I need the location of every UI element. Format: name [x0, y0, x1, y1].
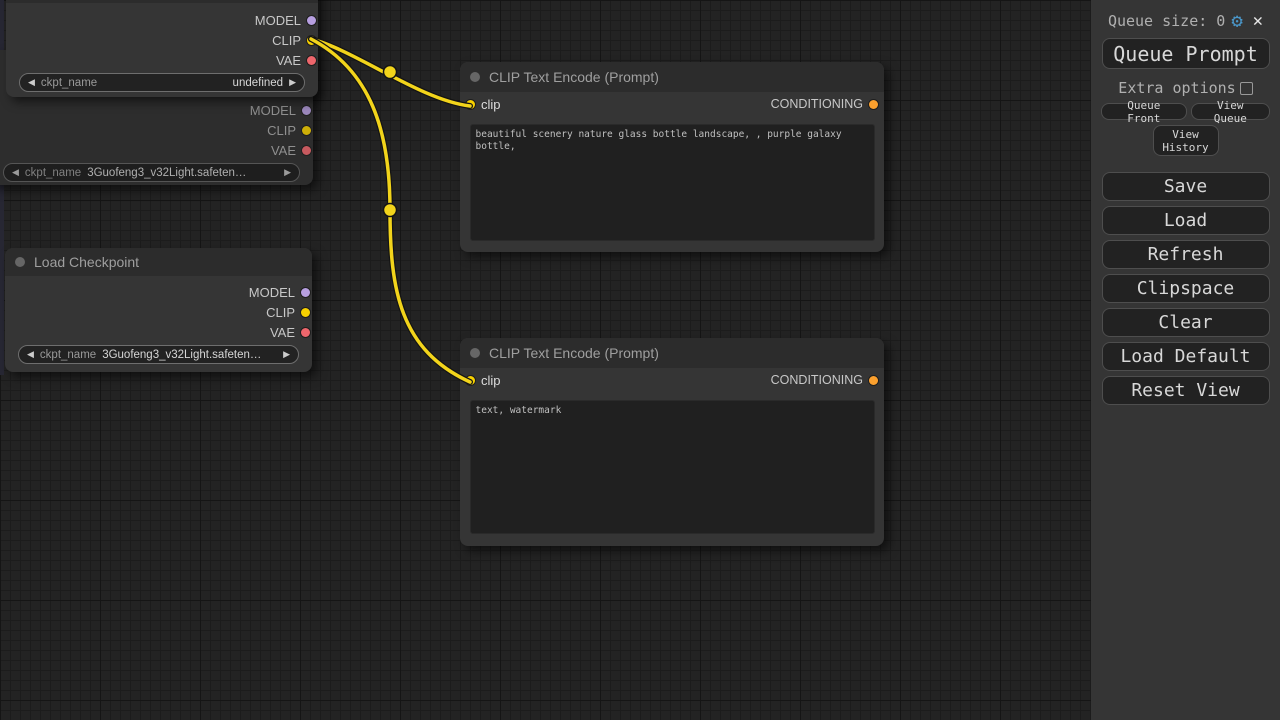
node-title: CLIP Text Encode (Prompt): [489, 345, 659, 361]
prompt-textarea[interactable]: text, watermark: [470, 400, 875, 534]
output-slot-model[interactable]: MODEL: [6, 10, 318, 30]
load-checkpoint-node-1[interactable]: MODEL CLIP VAE ◀ ckpt_name undefined ▶: [6, 0, 318, 97]
comfy-menu: Queue size: 0 ⚙ ✕ Queue Prompt Extra opt…: [1091, 0, 1280, 720]
refresh-button[interactable]: Refresh: [1102, 240, 1270, 269]
input-slot-clip[interactable]: clip: [466, 373, 501, 388]
slot-label: VAE: [270, 325, 295, 340]
output-slot-clip[interactable]: CLIP: [0, 120, 313, 140]
widget-name: ckpt_name: [40, 349, 96, 361]
collapse-dot[interactable]: [15, 257, 25, 267]
close-icon[interactable]: ✕: [1253, 13, 1263, 30]
output-slot-conditioning[interactable]: CONDITIONING: [771, 373, 878, 387]
load-button[interactable]: Load: [1102, 206, 1270, 235]
widget-value: 3Guofeng3_v32Light.safeten…: [102, 349, 277, 361]
extra-options-checkbox[interactable]: [1240, 82, 1253, 95]
slot-label: CLIP: [267, 123, 296, 138]
clip-text-encode-node-positive[interactable]: CLIP Text Encode (Prompt) clip CONDITION…: [460, 62, 884, 252]
view-queue-button[interactable]: View Queue: [1191, 103, 1270, 120]
save-button[interactable]: Save: [1102, 172, 1270, 201]
decrement-arrow-icon[interactable]: ◀: [12, 167, 19, 178]
comfyui-app: MODEL CLIP VAE ◀ ckpt_name 3Guofeng3_v32…: [0, 0, 1280, 720]
model-output-dot[interactable]: [307, 16, 316, 25]
queue-front-button[interactable]: Queue Front: [1101, 103, 1187, 120]
widget-name: ckpt_name: [41, 77, 97, 89]
slot-label: CONDITIONING: [771, 97, 863, 111]
ckpt-name-widget[interactable]: ◀ ckpt_name undefined ▶: [19, 73, 305, 92]
node-titlebar[interactable]: CLIP Text Encode (Prompt): [460, 338, 884, 368]
decrement-arrow-icon[interactable]: ◀: [28, 77, 35, 88]
increment-arrow-icon[interactable]: ▶: [283, 349, 290, 360]
clip-wire-to-negative: [311, 39, 470, 382]
clip-output-dot[interactable]: [301, 308, 310, 317]
node-graph-canvas[interactable]: MODEL CLIP VAE ◀ ckpt_name 3Guofeng3_v32…: [0, 0, 1091, 720]
output-slot-vae[interactable]: VAE: [6, 50, 318, 70]
settings-gear-icon[interactable]: ⚙: [1231, 12, 1242, 31]
node-titlebar[interactable]: Load Checkpoint: [5, 248, 312, 276]
queue-size-label: Queue size: 0: [1108, 12, 1225, 30]
node-title: CLIP Text Encode (Prompt): [489, 69, 659, 85]
slot-label: MODEL: [255, 13, 301, 28]
load-default-button[interactable]: Load Default: [1102, 342, 1270, 371]
decrement-arrow-icon[interactable]: ◀: [27, 349, 34, 360]
slot-label: MODEL: [250, 103, 296, 118]
input-slot-clip[interactable]: clip: [466, 97, 501, 112]
slot-label: CONDITIONING: [771, 373, 863, 387]
view-history-button[interactable]: View History: [1153, 125, 1219, 156]
output-slot-vae[interactable]: VAE: [5, 322, 312, 342]
collapse-dot[interactable]: [470, 348, 480, 358]
conditioning-output-dot[interactable]: [869, 376, 878, 385]
clear-button[interactable]: Clear: [1102, 308, 1270, 337]
slot-label: VAE: [276, 53, 301, 68]
vae-output-dot[interactable]: [302, 146, 311, 155]
prompt-textarea[interactable]: beautiful scenery nature glass bottle la…: [470, 124, 875, 241]
link-midpoint-dot[interactable]: [384, 66, 397, 79]
clip-input-dot[interactable]: [466, 100, 475, 109]
model-output-dot[interactable]: [302, 106, 311, 115]
node-title: Load Checkpoint: [34, 254, 139, 270]
vae-output-dot[interactable]: [301, 328, 310, 337]
slot-label: clip: [481, 373, 501, 388]
widget-value: undefined: [103, 77, 283, 89]
increment-arrow-icon[interactable]: ▶: [284, 167, 291, 178]
widget-value: 3Guofeng3_v32Light.safeten…: [87, 167, 278, 179]
extra-options-label: Extra options: [1118, 79, 1235, 97]
increment-arrow-icon[interactable]: ▶: [289, 77, 296, 88]
output-slot-model[interactable]: MODEL: [0, 100, 313, 120]
load-checkpoint-node-3[interactable]: Load Checkpoint MODEL CLIP VAE ◀ ckpt_na: [5, 248, 312, 372]
link-midpoint-dot[interactable]: [384, 204, 397, 217]
ckpt-name-widget[interactable]: ◀ ckpt_name 3Guofeng3_v32Light.safeten… …: [18, 345, 299, 364]
widget-name: ckpt_name: [25, 167, 81, 179]
slot-label: CLIP: [266, 305, 295, 320]
model-output-dot[interactable]: [301, 288, 310, 297]
output-slot-model[interactable]: MODEL: [5, 282, 312, 302]
conditioning-output-dot[interactable]: [869, 100, 878, 109]
slot-label: clip: [481, 97, 501, 112]
vae-output-dot[interactable]: [307, 56, 316, 65]
output-slot-clip[interactable]: CLIP: [5, 302, 312, 322]
output-slot-clip[interactable]: CLIP: [6, 30, 318, 50]
reset-view-button[interactable]: Reset View: [1102, 376, 1270, 405]
collapse-dot[interactable]: [470, 72, 480, 82]
output-slot-conditioning[interactable]: CONDITIONING: [771, 97, 878, 111]
clip-wire-to-positive: [311, 39, 470, 106]
clip-output-dot[interactable]: [302, 126, 311, 135]
clipspace-button[interactable]: Clipspace: [1102, 274, 1270, 303]
queue-prompt-button[interactable]: Queue Prompt: [1102, 38, 1270, 69]
slot-label: MODEL: [249, 285, 295, 300]
clip-output-dot[interactable]: [307, 36, 316, 45]
node-titlebar[interactable]: CLIP Text Encode (Prompt): [460, 62, 884, 92]
slot-label: VAE: [271, 143, 296, 158]
clip-text-encode-node-negative[interactable]: CLIP Text Encode (Prompt) clip CONDITION…: [460, 338, 884, 546]
clip-input-dot[interactable]: [466, 376, 475, 385]
slot-label: CLIP: [272, 33, 301, 48]
output-slot-vae[interactable]: VAE: [0, 140, 313, 160]
ckpt-name-widget[interactable]: ◀ ckpt_name 3Guofeng3_v32Light.safeten… …: [3, 163, 300, 182]
